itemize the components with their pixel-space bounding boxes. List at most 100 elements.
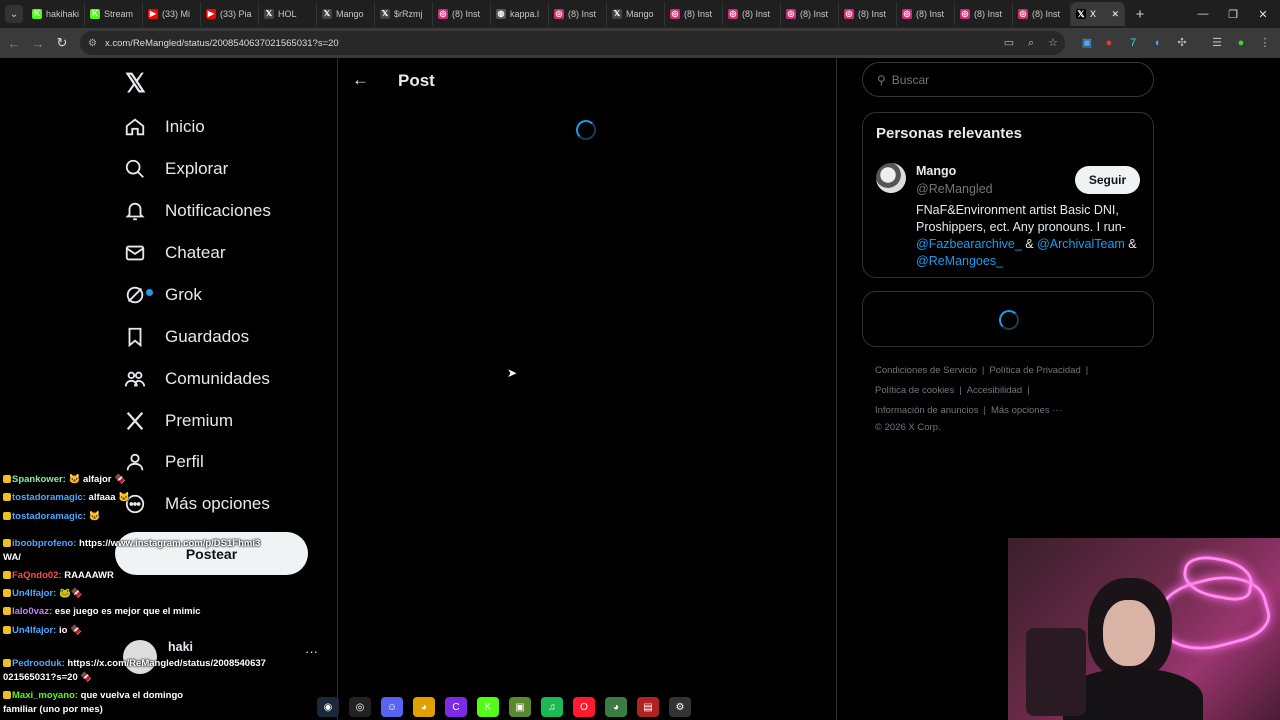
tab-label: $rRzmj xyxy=(394,9,423,19)
bio-link[interactable]: @ReMangoes_ xyxy=(916,254,1003,268)
kick-icon[interactable]: K xyxy=(477,697,499,717)
chat-badge-icon xyxy=(3,659,11,668)
nav-item-grok[interactable]: Grok xyxy=(123,275,202,315)
tab-label: kappa.l xyxy=(510,9,540,19)
search-input[interactable]: ⚲ Buscar xyxy=(862,62,1154,97)
chat-message: Un4lfajor: io 🍫 xyxy=(3,625,82,636)
account-more-icon[interactable]: ··· xyxy=(305,644,318,659)
browser-tab[interactable]: ◎ (8) Inst xyxy=(549,2,607,26)
forward-icon[interactable]: → xyxy=(26,31,50,55)
footer-link[interactable]: Política de Privacidad xyxy=(989,365,1080,376)
nav-item-inicio[interactable]: Inicio xyxy=(123,107,205,147)
reload-icon[interactable]: ↻ xyxy=(50,31,74,55)
footer-link[interactable]: Más opciones ··· xyxy=(991,405,1062,416)
canva-icon[interactable]: C xyxy=(445,697,467,717)
x-logo-icon[interactable]: 𝕏 xyxy=(125,68,146,99)
extension-record-icon[interactable]: ● xyxy=(1102,36,1116,50)
browser-tab[interactable]: 𝕏 $rRzmj xyxy=(375,2,433,26)
favicon-icon: ◎ xyxy=(670,9,680,19)
chat-username: tostadoramagic: xyxy=(12,492,86,503)
browser-tab[interactable]: ◎ (8) Inst xyxy=(665,2,723,26)
footer-link[interactable]: Accesibilidad xyxy=(967,385,1022,396)
tab-label: (33) Pia xyxy=(220,9,252,19)
chat-badge-icon xyxy=(3,626,11,635)
back-icon[interactable]: ← xyxy=(2,31,26,55)
back-arrow-icon[interactable]: ← xyxy=(352,70,369,90)
chrome-active-icon[interactable]: ◕ xyxy=(605,697,627,717)
user-handle[interactable]: @ReMangled xyxy=(916,182,993,196)
footer-row: Condiciones de Servicio | Política de Priv… xyxy=(875,365,1089,376)
nav-item-guardados[interactable]: Guardados xyxy=(123,317,249,357)
footer-link[interactable]: Información de anuncios xyxy=(875,405,979,416)
browser-tab[interactable]: ◎ (8) Inst xyxy=(955,2,1013,26)
install-app-icon[interactable]: ▭ xyxy=(1002,36,1016,50)
browser-tab[interactable]: ◎ (8) Inst xyxy=(1013,2,1071,26)
bio-text: & xyxy=(1124,237,1137,251)
browser-menu-icon[interactable]: ⋮ xyxy=(1258,36,1272,50)
browser-tab[interactable]: ◎ (8) Inst xyxy=(839,2,897,26)
browser-tab[interactable]: 𝕏 Mango xyxy=(317,2,375,26)
streamer-app-icon[interactable]: ▤ xyxy=(637,697,659,717)
opera-icon[interactable]: O xyxy=(573,697,595,717)
settings-icon[interactable]: ⚙ xyxy=(669,697,691,717)
extension-7tv-icon[interactable]: 7 xyxy=(1126,36,1140,50)
chrome-icon[interactable]: ◕ xyxy=(413,697,435,717)
stream-chat-overlay: Spankower: 🐱 alfajor 🍫 tostadoramagic: al… xyxy=(0,448,290,720)
avatar[interactable] xyxy=(876,163,906,193)
browser-tab[interactable]: ◎ (8) Inst xyxy=(781,2,839,26)
footer-link[interactable]: Condiciones de Servicio xyxy=(875,365,977,376)
chat-username: Un4lfajor: xyxy=(12,625,57,636)
nav-item-notificaciones[interactable]: Notificaciones xyxy=(123,191,271,231)
site-info-icon[interactable]: ⚙ xyxy=(88,38,97,49)
tab-search-button[interactable]: ⌄ xyxy=(5,5,23,23)
close-tab-icon[interactable]: ✕ xyxy=(1111,9,1119,20)
browser-tab[interactable]: ◍ kappa.l xyxy=(491,2,549,26)
extension-audio-icon[interactable]: ◖ xyxy=(1150,36,1164,50)
nav-item-explorar[interactable]: Explorar xyxy=(123,149,228,189)
tab-active[interactable]: 𝕏 X ✕ xyxy=(1071,2,1125,26)
footer-row: Política de cookies | Accesibilidad | xyxy=(875,385,1030,396)
nav-item-chatear[interactable]: Chatear xyxy=(123,233,225,273)
zoom-icon[interactable]: ⌕ xyxy=(1024,36,1038,50)
nav-item-comunidades[interactable]: Comunidades xyxy=(123,359,270,399)
x-premium-icon xyxy=(123,409,147,433)
extensions-puzzle-icon[interactable]: ✣ xyxy=(1175,36,1189,50)
tab-label: (8) Inst xyxy=(916,9,945,19)
nav-item-premium[interactable]: Premium xyxy=(123,401,233,441)
url-text[interactable]: x.com/ReMangled/status/20085406370215650… xyxy=(105,38,339,49)
browser-tab[interactable]: 𝕏 Mango xyxy=(607,2,665,26)
chat-text: 🐸🍫 xyxy=(58,588,83,599)
page-title: Post xyxy=(398,71,435,90)
browser-tab[interactable]: ◎ (8) Inst xyxy=(897,2,955,26)
profile-avatar-icon[interactable]: ● xyxy=(1234,36,1248,50)
follow-button[interactable]: Seguir xyxy=(1075,166,1140,194)
chat-text: 🐱 alfajor 🍫 xyxy=(68,474,126,485)
streamer-face xyxy=(1103,600,1155,666)
bio-link[interactable]: @ArchivalTeam xyxy=(1037,237,1125,251)
browser-tab[interactable]: K Stream xyxy=(85,2,143,26)
spotify-icon[interactable]: ♫ xyxy=(541,697,563,717)
extension-translate-icon[interactable]: ▣ xyxy=(1080,36,1094,50)
minimize-icon[interactable]: — xyxy=(1188,0,1218,28)
footer-link[interactable]: Política de cookies xyxy=(875,385,954,396)
favicon-icon: ◎ xyxy=(960,9,970,19)
reading-list-icon[interactable]: ☰ xyxy=(1210,36,1224,50)
minecraft-icon[interactable]: ▣ xyxy=(509,697,531,717)
address-bar[interactable]: ⚙ x.com/ReMangled/status/200854063702156… xyxy=(80,31,1065,55)
bookmark-star-icon[interactable]: ☆ xyxy=(1046,36,1060,50)
browser-tab[interactable]: Khakihaki xyxy=(27,2,85,26)
new-tab-button[interactable]: + xyxy=(1129,6,1151,23)
browser-tab[interactable]: ▶ (33) Pia xyxy=(201,2,259,26)
relevant-people-card: Personas relevantes Mango @ReMangled Seg… xyxy=(862,112,1154,278)
obs-icon[interactable]: ◎ xyxy=(349,697,371,717)
browser-tab[interactable]: ◎ (8) Inst xyxy=(433,2,491,26)
close-window-icon[interactable]: ✕ xyxy=(1248,0,1278,28)
maximize-icon[interactable]: ❐ xyxy=(1218,0,1248,28)
browser-tab[interactable]: ◎ (8) Inst xyxy=(723,2,781,26)
discord-icon[interactable]: ☺ xyxy=(381,697,403,717)
bio-link[interactable]: @Fazbeararchive_ xyxy=(916,237,1022,251)
steam-icon[interactable]: ◉ xyxy=(317,697,339,717)
user-name[interactable]: Mango xyxy=(916,164,956,178)
browser-tab[interactable]: 𝕏 HOL xyxy=(259,2,317,26)
browser-tab[interactable]: ▶ (33) Mi xyxy=(143,2,201,26)
